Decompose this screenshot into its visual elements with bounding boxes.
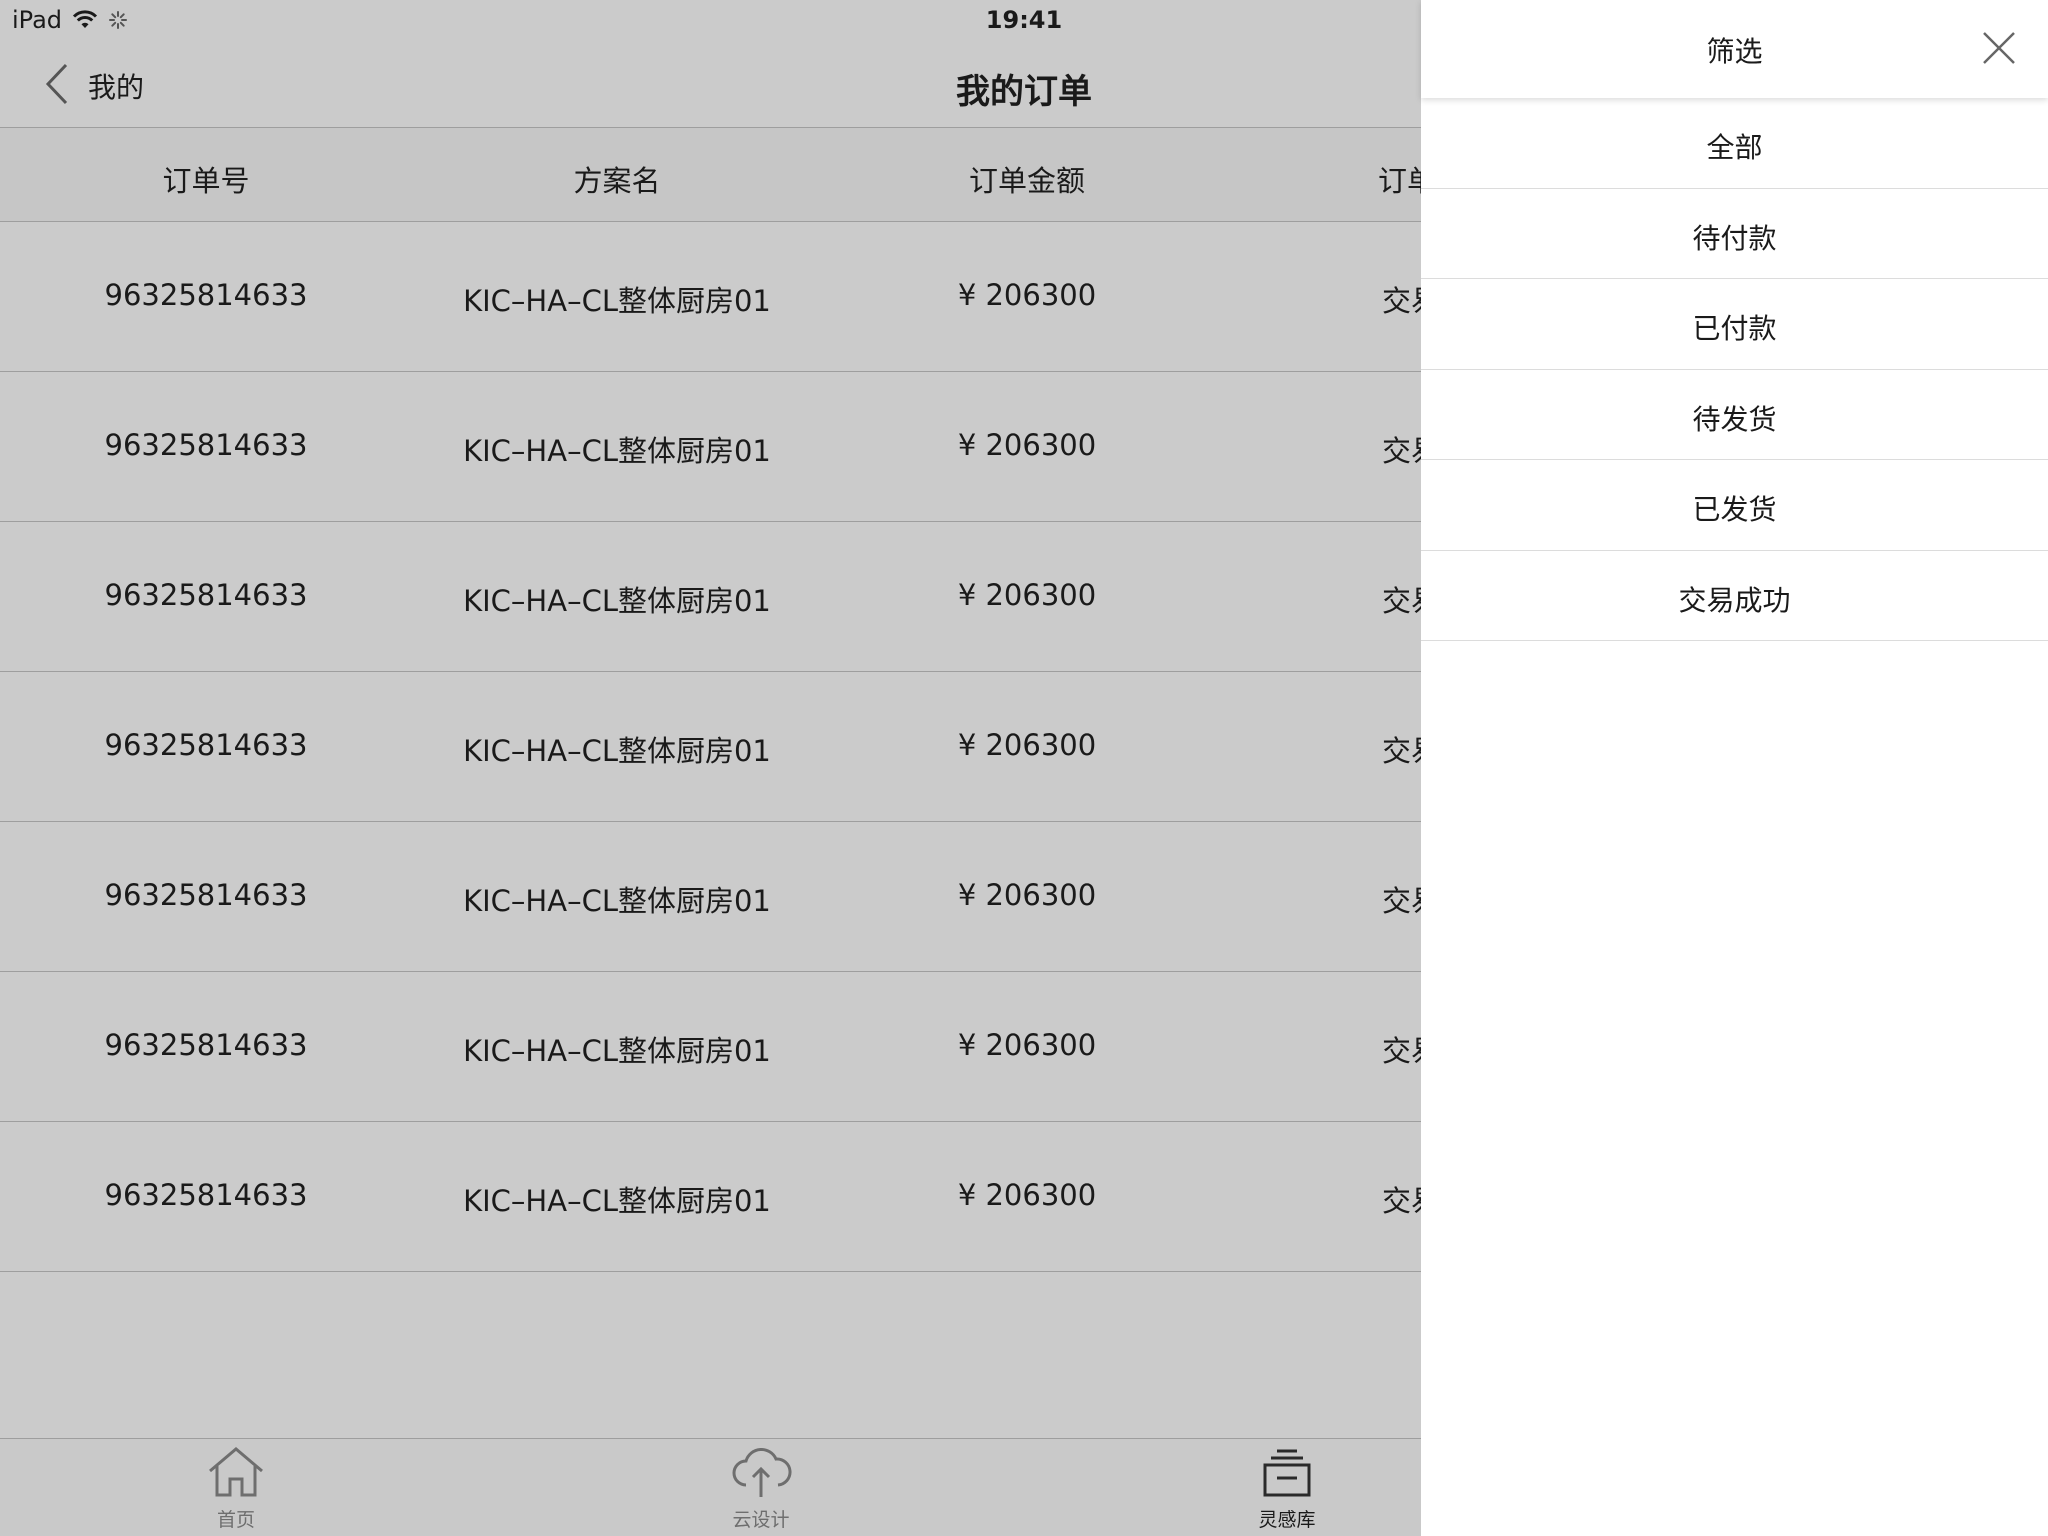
amount-cell: ¥ 206300 bbox=[957, 278, 1097, 312]
filter-drawer-header: 筛选 bbox=[1421, 0, 2048, 98]
column-header-plan: 方案名 bbox=[573, 164, 661, 198]
order-no-cell: 96325814633 bbox=[104, 728, 308, 762]
filter-option-all[interactable]: 全部 bbox=[1421, 98, 2048, 189]
order-no-cell: 96325814633 bbox=[104, 278, 308, 312]
tab-inspiration-library-label: 灵感库 bbox=[1258, 1509, 1316, 1531]
plan-cell: KIC–HA–CL整体厨房01 bbox=[463, 884, 771, 918]
order-no-cell: 96325814633 bbox=[104, 578, 308, 612]
filter-option-label: 交易成功 bbox=[1678, 583, 1791, 617]
order-no-cell: 96325814633 bbox=[104, 878, 308, 912]
order-no-cell: 96325814633 bbox=[104, 1178, 308, 1212]
tab-cloud-design-label: 云设计 bbox=[732, 1509, 790, 1531]
filter-title: 筛选 bbox=[1706, 35, 1763, 68]
amount-cell: ¥ 206300 bbox=[957, 878, 1097, 912]
filter-option-label: 已付款 bbox=[1692, 312, 1777, 345]
amount-cell: ¥ 206300 bbox=[957, 428, 1097, 462]
amount-cell: ¥ 206300 bbox=[957, 578, 1097, 612]
filter-option-label: 待付款 bbox=[1692, 221, 1777, 255]
tab-inspiration-library[interactable]: 灵感库 bbox=[1207, 1445, 1367, 1532]
tab-cloud-design[interactable]: 云设计 bbox=[681, 1445, 841, 1532]
filter-drawer: 筛选 全部 待付款 已付款 待发货 已发货 交易成功 bbox=[1421, 0, 2048, 1536]
amount-cell: ¥ 206300 bbox=[957, 1178, 1097, 1212]
plan-cell: KIC–HA–CL整体厨房01 bbox=[463, 734, 771, 768]
filter-option-label: 待发货 bbox=[1692, 402, 1777, 436]
filter-option-pending-shipment[interactable]: 待发货 bbox=[1421, 370, 2048, 460]
filter-option-label: 已发货 bbox=[1692, 493, 1777, 526]
plan-cell: KIC–HA–CL整体厨房01 bbox=[463, 434, 771, 468]
filter-option-label: 全部 bbox=[1706, 131, 1763, 164]
column-header-order-no: 订单号 bbox=[162, 164, 250, 198]
close-icon bbox=[1981, 32, 2017, 70]
filter-option-completed[interactable]: 交易成功 bbox=[1421, 551, 2048, 641]
plan-cell: KIC–HA–CL整体厨房01 bbox=[463, 284, 771, 318]
filter-option-shipped[interactable]: 已发货 bbox=[1421, 460, 2048, 551]
close-button[interactable] bbox=[1981, 30, 2017, 66]
filter-option-paid[interactable]: 已付款 bbox=[1421, 279, 2048, 370]
cloud-upload-icon bbox=[681, 1445, 841, 1503]
plan-cell: KIC–HA–CL整体厨房01 bbox=[463, 1034, 771, 1068]
home-icon bbox=[156, 1445, 316, 1503]
plan-cell: KIC–HA–CL整体厨房01 bbox=[463, 1184, 771, 1218]
order-no-cell: 96325814633 bbox=[104, 1028, 308, 1062]
filter-option-pending-payment[interactable]: 待付款 bbox=[1421, 189, 2048, 279]
amount-cell: ¥ 206300 bbox=[957, 728, 1097, 762]
library-icon bbox=[1207, 1445, 1367, 1503]
column-header-amount: 订单金额 bbox=[968, 164, 1085, 198]
order-no-cell: 96325814633 bbox=[104, 428, 308, 462]
filter-options: 全部 待付款 已付款 待发货 已发货 交易成功 bbox=[1421, 98, 2048, 641]
tab-home-label: 首页 bbox=[216, 1509, 255, 1531]
tab-home[interactable]: 首页 bbox=[156, 1445, 316, 1532]
amount-cell: ¥ 206300 bbox=[957, 1028, 1097, 1062]
plan-cell: KIC–HA–CL整体厨房01 bbox=[463, 584, 771, 618]
